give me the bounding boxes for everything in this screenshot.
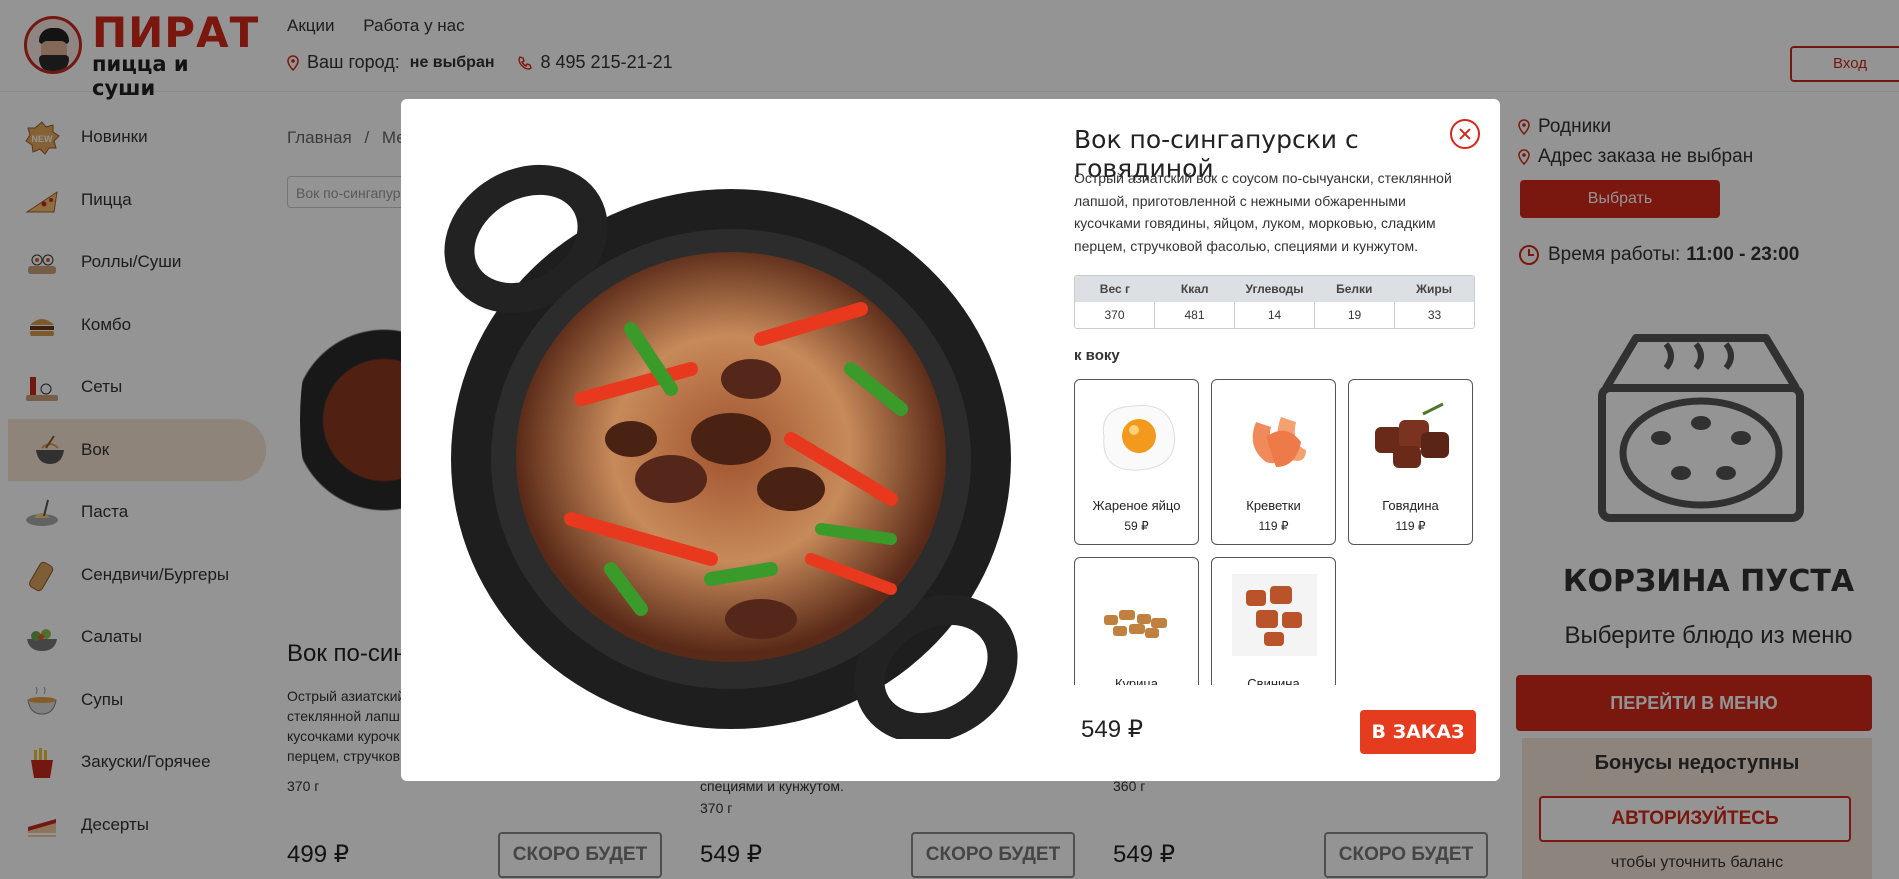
addons-heading: к воку: [1074, 347, 1120, 364]
nutrition-header: Белки: [1336, 282, 1373, 296]
beef-image: [1375, 402, 1449, 468]
close-icon[interactable]: [1450, 119, 1480, 149]
modal-footer: 549 ₽ В ЗАКАЗ: [1056, 685, 1500, 781]
modal-price: 549 ₽: [1081, 716, 1143, 743]
add-to-order-button[interactable]: В ЗАКАЗ: [1360, 710, 1476, 754]
addon-name: Креветки: [1246, 498, 1301, 513]
nutrition-table: Вес г Ккал Углеводы Белки Жиры 370 481 1…: [1074, 275, 1475, 329]
addon-price: 59 ₽: [1124, 519, 1149, 533]
addon-card-shrimp[interactable]: Креветки 119 ₽: [1211, 379, 1336, 545]
addon-card-beef[interactable]: Говядина 119 ₽: [1348, 379, 1473, 545]
addon-name: Говядина: [1382, 498, 1439, 513]
pork-image: [1232, 574, 1317, 656]
nutrition-header: Вес г: [1099, 282, 1130, 296]
wok-dish-image: [444, 164, 1018, 739]
nutrition-value: 33: [1394, 302, 1474, 328]
nutrition-header: Углеводы: [1245, 282, 1304, 296]
addon-name: Жареное яйцо: [1092, 498, 1181, 513]
nutrition-value: 370: [1104, 308, 1125, 322]
modal-description: Острый азиатский вок с соусом по-сычуанс…: [1074, 170, 1452, 254]
nutrition-header: Жиры: [1416, 282, 1452, 296]
addon-price: 119 ₽: [1395, 519, 1426, 533]
addon-price: 119 ₽: [1258, 519, 1289, 533]
addon-card-fried-egg[interactable]: Жареное яйцо 59 ₽: [1074, 379, 1199, 545]
nutrition-value: 481: [1154, 302, 1234, 328]
shrimp-image: [1252, 417, 1306, 467]
chicken-image: [1104, 610, 1167, 638]
fried-egg-image: [1102, 405, 1176, 471]
product-modal: Вок по-сингапурски с говядиной Острый аз…: [401, 99, 1500, 781]
nutrition-value: 14: [1234, 302, 1314, 328]
nutrition-header: Ккал: [1180, 282, 1209, 296]
nutrition-value: 19: [1314, 302, 1394, 328]
